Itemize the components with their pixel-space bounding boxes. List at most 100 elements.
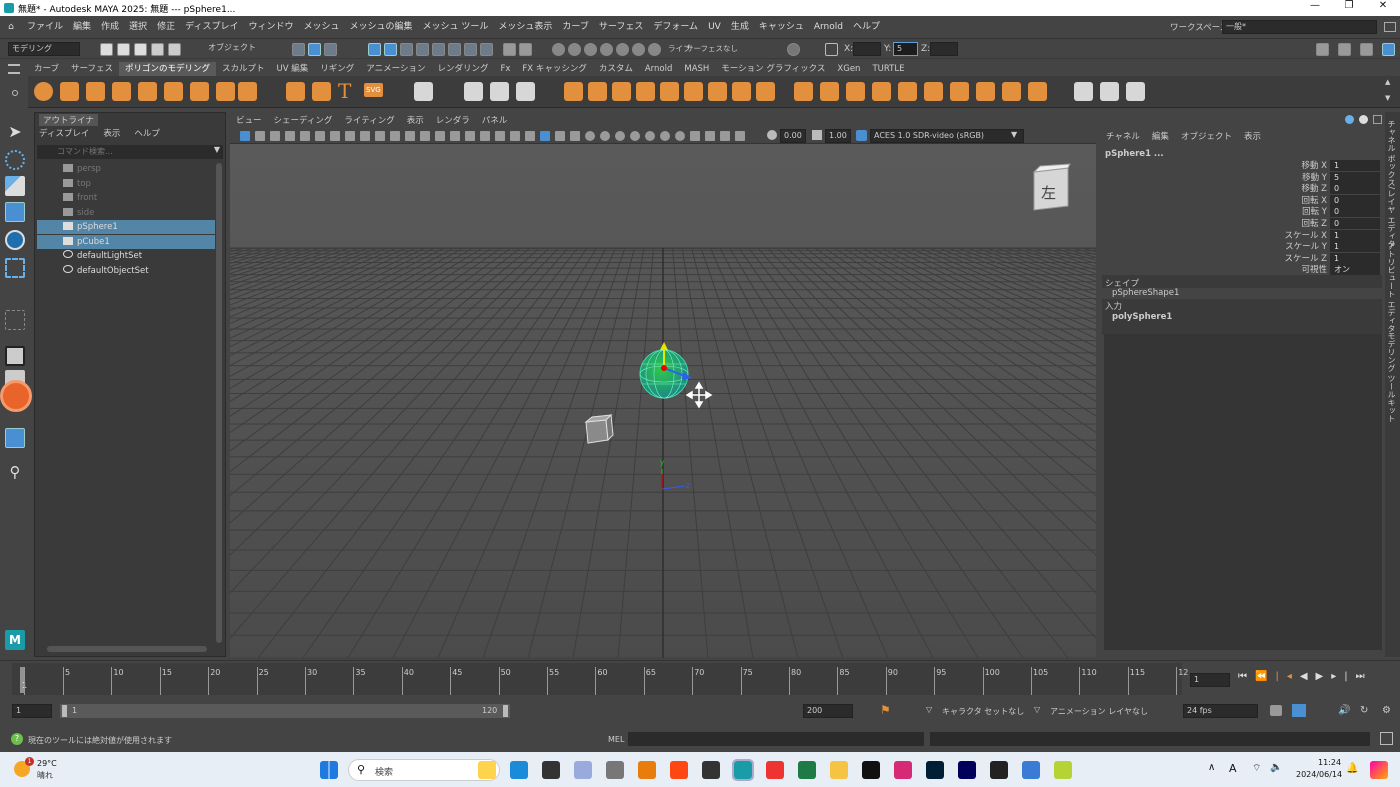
shelf-tab-15[interactable]: TURTLE <box>866 62 910 76</box>
copilot-icon[interactable] <box>1370 761 1388 779</box>
shelf-menu-icon[interactable] <box>8 64 20 74</box>
current-frame-field[interactable]: 1 <box>1190 673 1230 687</box>
insert-edge-loop-icon[interactable] <box>898 82 917 101</box>
uv-editor-icon[interactable] <box>1100 82 1119 101</box>
script-editor-icon[interactable] <box>1380 732 1393 745</box>
channel-icon-a[interactable] <box>1345 115 1354 124</box>
anim-layer-dropdown-icon[interactable]: ▽ <box>1034 705 1040 714</box>
viewport-tool-icon[interactable] <box>525 131 535 141</box>
menu-item-14[interactable]: UV <box>703 16 726 39</box>
menu-item-5[interactable]: ディスプレイ <box>180 16 243 39</box>
poly-plane-icon[interactable] <box>164 82 183 101</box>
channel-attr-value[interactable]: 0 <box>1330 194 1380 206</box>
channel-attr-value[interactable]: 0 <box>1330 206 1380 218</box>
excel-icon[interactable] <box>798 761 816 779</box>
tab-modeling-toolkit[interactable]: モデリング ツールキット <box>1386 332 1397 423</box>
channel-attr-name[interactable]: スケール X <box>1284 229 1327 241</box>
gamma-icon[interactable] <box>812 130 822 140</box>
play-forward-icon[interactable]: ▶ <box>1316 671 1332 682</box>
channel-attr-name[interactable]: 移動 Y <box>1302 171 1327 183</box>
channel-menu-0[interactable]: チャネル <box>1106 132 1140 142</box>
redo-icon[interactable] <box>168 43 181 56</box>
workspace-dropdown[interactable]: 一般* <box>1222 20 1377 34</box>
lab-icon[interactable] <box>1022 761 1040 779</box>
exposure-icon[interactable] <box>767 130 777 140</box>
ime-indicator[interactable]: A <box>1229 762 1237 775</box>
menu-item-0[interactable]: ファイル <box>22 16 68 39</box>
close-button[interactable]: ✕ <box>1368 0 1398 16</box>
loop-icon[interactable]: ↻ <box>1360 705 1368 716</box>
plane-sketch-icon[interactable] <box>312 82 331 101</box>
windows-start-icon[interactable] <box>320 761 338 779</box>
maximize-button[interactable]: ❐ <box>1334 0 1364 16</box>
outliner-menu-0[interactable]: ディスプレイ <box>39 129 89 139</box>
minimize-button[interactable]: — <box>1300 0 1330 16</box>
viewport-menu-1[interactable]: シェーディング <box>268 114 339 128</box>
shelf-tab-3[interactable]: スカルプト <box>216 62 271 76</box>
move-tool-icon[interactable] <box>5 202 25 222</box>
menu-item-17[interactable]: Arnold <box>809 16 848 39</box>
chrome-icon[interactable] <box>766 761 784 779</box>
menu-item-9[interactable]: メッシュ ツール <box>418 16 494 39</box>
davinci-icon[interactable] <box>990 761 1008 779</box>
poly-disc-icon[interactable] <box>190 82 209 101</box>
viewport-tool-icon[interactable] <box>540 131 550 141</box>
notepad-icon[interactable] <box>574 761 592 779</box>
sticky-notes-icon[interactable] <box>542 761 560 779</box>
shelf-tab-6[interactable]: アニメーション <box>360 62 431 76</box>
shelf-tab-13[interactable]: モーション グラフィックス <box>715 62 831 76</box>
obs-icon[interactable] <box>702 761 720 779</box>
search-icon[interactable]: ⚲ <box>5 462 25 482</box>
menu-item-7[interactable]: メッシュ <box>298 16 344 39</box>
menu-item-11[interactable]: カーブ <box>557 16 593 39</box>
undo-icon[interactable] <box>151 43 164 56</box>
snap-view-plane-icon[interactable] <box>432 43 445 56</box>
poly-sphere-icon[interactable] <box>34 82 53 101</box>
z-field[interactable] <box>930 42 958 56</box>
channel-attr-name[interactable]: 可視性 <box>1301 263 1327 275</box>
viewport-tool-icon[interactable] <box>555 131 565 141</box>
viewport-menu-4[interactable]: レンダラ <box>430 114 476 128</box>
channel-attr-value[interactable]: 0 <box>1330 218 1380 229</box>
viewport-tool-icon[interactable] <box>630 131 640 141</box>
layout-single-icon[interactable] <box>5 346 25 366</box>
shelf-tab-8[interactable]: Fx <box>494 62 516 76</box>
after-effects-icon[interactable] <box>958 761 976 779</box>
menu-item-16[interactable]: キャッシュ <box>754 16 809 39</box>
step-forward-frame-icon[interactable]: ▸| <box>1331 671 1355 682</box>
mirror-icon[interactable] <box>464 82 483 101</box>
playback-range-bar[interactable]: 1 120 <box>60 704 510 718</box>
channel-attr-name[interactable]: スケール Z <box>1284 252 1327 264</box>
uv-unfold-icon[interactable] <box>1126 82 1145 101</box>
capcut-icon[interactable] <box>862 761 880 779</box>
viewport-tool-icon[interactable] <box>450 131 460 141</box>
menu-item-4[interactable]: 修正 <box>152 16 180 39</box>
poly-cylinder-icon[interactable] <box>86 82 105 101</box>
history-icon[interactable] <box>787 43 800 56</box>
clock-date[interactable]: 2024/06/14 <box>1296 770 1342 779</box>
viewport-tool-icon[interactable] <box>480 131 490 141</box>
preferences-icon[interactable]: ⚙ <box>1382 705 1391 716</box>
attribute-editor-toggle-icon[interactable] <box>1338 43 1351 56</box>
viewport-tool-icon[interactable] <box>360 131 370 141</box>
shelf-tab-12[interactable]: MASH <box>678 62 715 76</box>
select-hierarchy-icon[interactable] <box>292 43 305 56</box>
snap-projected-icon[interactable] <box>416 43 429 56</box>
exposure-field[interactable]: 0.00 <box>780 129 806 143</box>
tab-attribute-editor[interactable]: アトリビュート エディタ <box>1386 242 1397 333</box>
scene-start-field[interactable]: 1 <box>12 704 52 718</box>
screen-recorder-icon[interactable] <box>0 380 32 412</box>
viewport-tool-icon[interactable] <box>675 131 685 141</box>
merge-icon[interactable] <box>1002 82 1021 101</box>
shelf-tab-2[interactable]: ポリゴンのモデリング <box>119 62 217 76</box>
edge-icon[interactable] <box>510 761 528 779</box>
shelf-options-icon[interactable] <box>12 90 18 96</box>
live-surface-field[interactable]: サーフェスなし <box>686 43 738 54</box>
viewport-tool-icon[interactable] <box>435 131 445 141</box>
freeze-transform-icon[interactable] <box>516 82 535 101</box>
outliner-item[interactable]: set-icon defaultObjectSet <box>37 264 215 278</box>
maya-taskbar-icon[interactable] <box>732 759 754 781</box>
notification-icon[interactable]: 🔔 <box>1346 763 1358 774</box>
menu-item-12[interactable]: サーフェス <box>594 16 648 39</box>
snap-point-icon[interactable] <box>400 43 413 56</box>
